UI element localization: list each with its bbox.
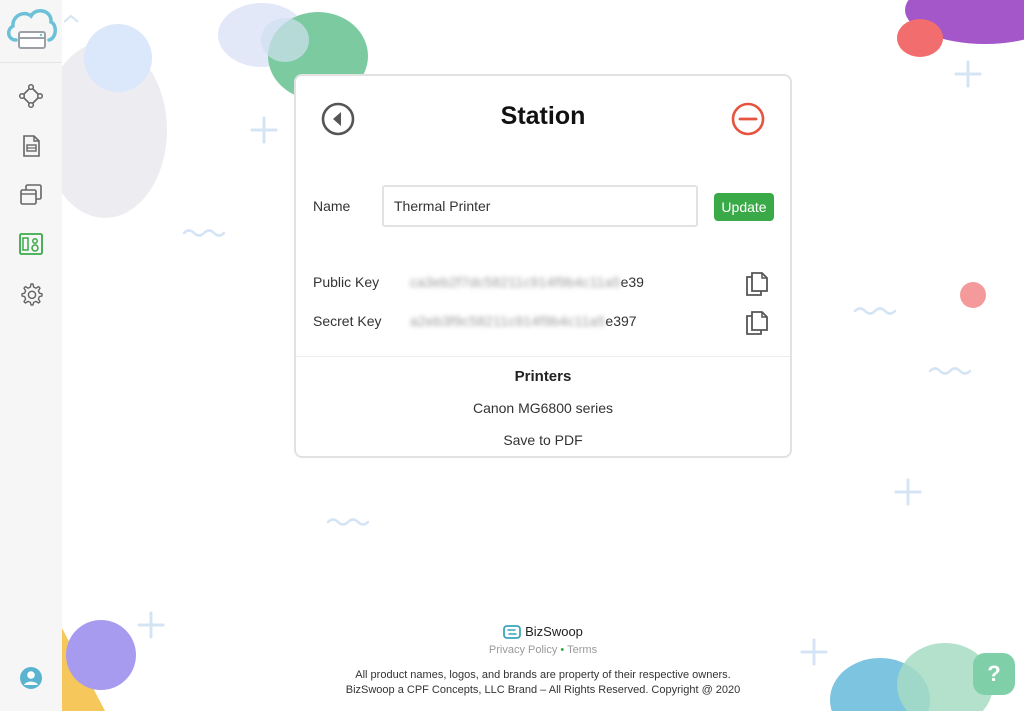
minus-circle-icon [731,102,765,136]
name-input[interactable] [382,185,698,227]
cloud-printer-logo-icon[interactable] [4,4,58,54]
sidebar-item-windows[interactable] [13,177,49,213]
privacy-policy-link[interactable]: Privacy Policy [489,644,557,656]
copy-public-key-button[interactable] [744,269,770,297]
nodes-icon [18,83,44,109]
card-divider [296,356,790,357]
public-key-masked: ca3eb2f7dc58211c914f9b4c11a5 [410,274,621,290]
bizswoop-logo-icon [503,624,521,639]
document-icon [23,135,40,157]
secret-key-label: Secret Key [313,313,382,329]
public-key-label: Public Key [313,274,380,290]
windows-icon [20,184,42,205]
secret-key-suffix: e397 [605,313,637,329]
sidebar-item-documents[interactable] [13,128,49,164]
secret-key-masked: a2eb3f9c58211c914f9b4c11a5 [410,313,606,329]
link-separator: • [560,644,565,656]
sidebar-item-stations[interactable] [13,226,49,262]
legal-notice: All product names, logos, and brands are… [355,669,731,681]
station-card: Station Name Update Public Key ca3eb2f7d… [294,74,792,458]
copyright-notice: BizSwoop a CPF Concepts, LLC Brand – All… [345,684,741,696]
delete-station-button[interactable] [730,101,766,137]
copy-secret-key-button[interactable] [744,308,770,336]
terms-link[interactable]: Terms [567,644,597,656]
sidebar-divider [0,62,62,63]
secret-key-value: a2eb3f9c58211c914f9b4c11a5e397 [410,313,637,329]
copy-icon [746,272,768,296]
sidebar [0,0,62,711]
sidebar-item-settings[interactable] [13,276,49,312]
public-key-value: ca3eb2f7dc58211c914f9b4c11a5e39 [410,274,644,290]
station-speaker-icon [19,233,43,255]
user-account-icon[interactable] [19,666,43,690]
public-key-suffix: e39 [620,274,644,290]
update-button[interactable]: Update [714,193,774,221]
gear-icon [21,283,43,306]
name-label: Name [313,198,351,214]
footer-links: Privacy Policy • Terms [62,644,1024,656]
footer-brand: BizSwoop [62,624,1024,639]
sidebar-item-connections[interactable] [13,78,49,114]
brand-name: BizSwoop [525,624,583,639]
printer-item[interactable]: Canon MG6800 series [296,400,790,416]
help-button[interactable]: ? [973,653,1015,695]
printer-item[interactable]: Save to PDF [296,432,790,448]
printers-heading: Printers [514,368,572,385]
copy-icon [746,311,768,335]
page-title: Station [500,102,586,130]
